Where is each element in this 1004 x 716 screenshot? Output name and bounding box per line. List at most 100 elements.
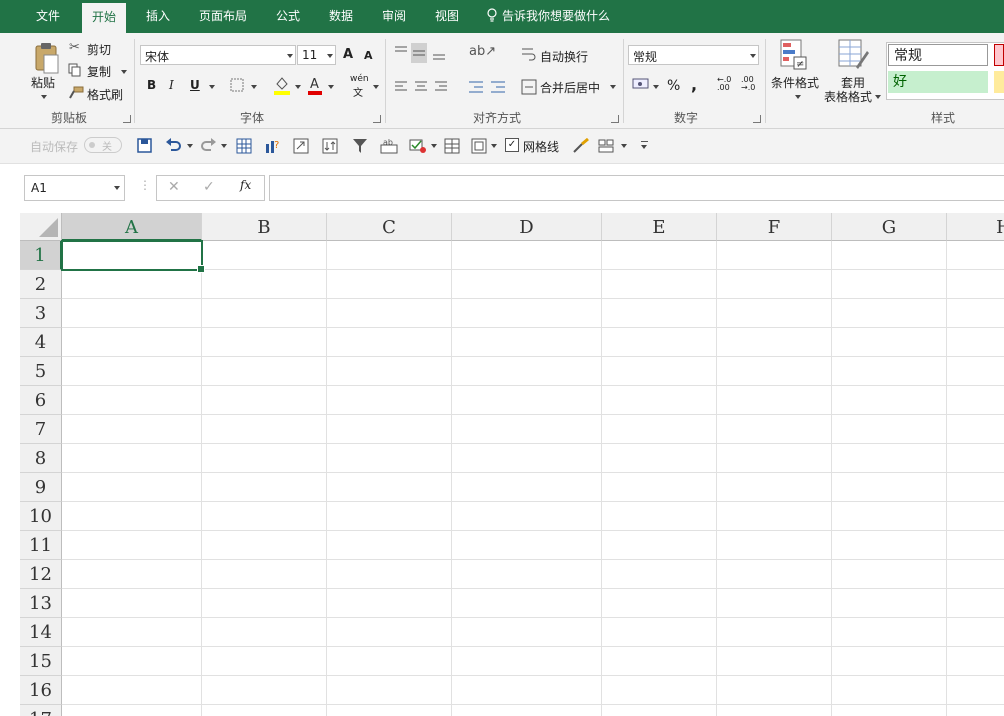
font-color-dropdown-icon[interactable]: [328, 85, 334, 89]
tell-me-box[interactable]: 告诉我你想要做什么: [486, 0, 610, 33]
outline-dropdown-icon[interactable]: [491, 144, 497, 148]
font-color-icon[interactable]: A: [307, 75, 323, 95]
tab-formulas[interactable]: 公式: [276, 0, 300, 33]
underline-button[interactable]: U: [190, 78, 200, 92]
column-header-a[interactable]: A: [62, 213, 202, 241]
border-dropdown-icon[interactable]: [251, 85, 257, 89]
grid-icon[interactable]: [444, 138, 460, 154]
copy-dropdown-icon[interactable]: [121, 70, 127, 74]
paste-icon[interactable]: [34, 41, 60, 78]
style-normal[interactable]: 常规: [888, 44, 988, 66]
tab-data[interactable]: 数据: [329, 0, 353, 33]
row-header-2[interactable]: 2: [20, 270, 62, 299]
filter-icon[interactable]: [352, 138, 368, 154]
column-header-d[interactable]: D: [452, 213, 602, 241]
undo-icon[interactable]: [165, 138, 183, 153]
cancel-icon[interactable]: ✕: [168, 179, 180, 195]
row-header-6[interactable]: 6: [20, 386, 62, 415]
row-header-7[interactable]: 7: [20, 415, 62, 444]
table-icon[interactable]: [236, 138, 252, 154]
autosave-toggle[interactable]: 关: [84, 137, 122, 153]
shrink-font-button[interactable]: A: [364, 49, 373, 62]
data-validation-icon[interactable]: [409, 138, 427, 154]
row-header-5[interactable]: 5: [20, 357, 62, 386]
conditional-formatting-dropdown-icon[interactable]: [795, 95, 801, 99]
tab-insert[interactable]: 插入: [146, 0, 170, 33]
customize-qat-icon[interactable]: [641, 141, 648, 149]
font-size-select[interactable]: 11: [297, 45, 336, 65]
name-box[interactable]: A1: [24, 175, 125, 201]
clipboard-launcher-icon[interactable]: [123, 115, 131, 123]
merge-center-button[interactable]: 合并后居中: [540, 79, 600, 96]
font-launcher-icon[interactable]: [373, 115, 381, 123]
brush-icon[interactable]: [572, 138, 590, 154]
format-as-table-button[interactable]: 表格格式: [824, 88, 872, 105]
undo-dropdown-icon[interactable]: [187, 144, 193, 148]
insert-function-icon[interactable]: fx: [240, 178, 251, 192]
row-header-11[interactable]: 11: [20, 531, 62, 560]
row-header-16[interactable]: 16: [20, 676, 62, 705]
worksheet-grid[interactable]: A B C D E F G H 123456789101112131415161…: [20, 213, 1004, 716]
row-header-4[interactable]: 4: [20, 328, 62, 357]
row-header-15[interactable]: 15: [20, 647, 62, 676]
text-to-columns-icon[interactable]: ab: [380, 138, 398, 154]
redo-dropdown-icon[interactable]: [221, 144, 227, 148]
font-name-select[interactable]: 宋体: [140, 45, 296, 65]
italic-button[interactable]: I: [169, 78, 174, 92]
merge-dropdown-icon[interactable]: [610, 85, 616, 89]
layout-icon[interactable]: [598, 138, 616, 154]
comma-style-button[interactable]: ,: [691, 75, 697, 94]
fill-color-icon[interactable]: [273, 75, 291, 95]
indent-icons[interactable]: [467, 79, 509, 95]
grow-font-button[interactable]: A: [343, 47, 353, 62]
selected-cell-a1[interactable]: [61, 240, 205, 273]
column-header-f[interactable]: F: [717, 213, 832, 241]
currency-icon[interactable]: [632, 77, 650, 93]
column-header-c[interactable]: C: [327, 213, 452, 241]
tab-home[interactable]: 开始: [82, 3, 127, 33]
conditional-formatting-button[interactable]: 条件格式: [771, 74, 819, 91]
row-header-1[interactable]: 1: [20, 241, 62, 270]
formula-input[interactable]: [269, 175, 1004, 201]
outline-icon[interactable]: [471, 138, 487, 154]
tab-page-layout[interactable]: 页面布局: [199, 0, 247, 33]
row-header-13[interactable]: 13: [20, 589, 62, 618]
row-header-8[interactable]: 8: [20, 444, 62, 473]
phonetic-guide-button[interactable]: 文: [353, 84, 363, 99]
decrease-decimal-button[interactable]: .00 →.0: [741, 76, 761, 92]
row-header-12[interactable]: 12: [20, 560, 62, 589]
paste-button[interactable]: 粘贴: [31, 74, 55, 91]
row-header-14[interactable]: 14: [20, 618, 62, 647]
phonetic-dropdown-icon[interactable]: [373, 85, 379, 89]
enter-icon[interactable]: ✓: [203, 179, 215, 195]
style-bad[interactable]: [994, 44, 1004, 66]
fill-handle[interactable]: [197, 265, 205, 273]
number-format-select[interactable]: 常规: [628, 45, 759, 65]
row-header-17[interactable]: 17: [20, 705, 62, 716]
orientation-icon[interactable]: ab↗: [469, 44, 496, 59]
currency-dropdown-icon[interactable]: [653, 85, 659, 89]
sort-icon[interactable]: ?: [264, 138, 280, 154]
sort-az-icon[interactable]: [322, 138, 338, 154]
column-header-h[interactable]: H: [947, 213, 1004, 241]
border-icon[interactable]: [230, 78, 244, 92]
redo-icon[interactable]: [199, 138, 217, 153]
number-launcher-icon[interactable]: [753, 115, 761, 123]
format-as-table-dropdown-icon[interactable]: [875, 95, 881, 99]
horizontal-align-icons[interactable]: [393, 80, 453, 94]
tab-file[interactable]: 文件: [36, 0, 60, 33]
column-header-g[interactable]: G: [832, 213, 947, 241]
row-header-3[interactable]: 3: [20, 299, 62, 328]
underline-dropdown-icon[interactable]: [209, 85, 215, 89]
format-painter-button[interactable]: 格式刷: [87, 86, 123, 103]
gridlines-checkbox[interactable]: ✓: [505, 138, 519, 152]
vertical-align-icons[interactable]: [393, 43, 453, 63]
validation-dropdown-icon[interactable]: [431, 144, 437, 148]
refresh-icon[interactable]: [293, 138, 309, 154]
cut-button[interactable]: 剪切: [87, 41, 111, 58]
save-icon[interactable]: [137, 138, 152, 153]
bold-button[interactable]: B: [147, 78, 156, 92]
increase-decimal-button[interactable]: ←.0.00: [717, 76, 737, 92]
row-header-10[interactable]: 10: [20, 502, 62, 531]
select-all-button[interactable]: [20, 213, 62, 241]
